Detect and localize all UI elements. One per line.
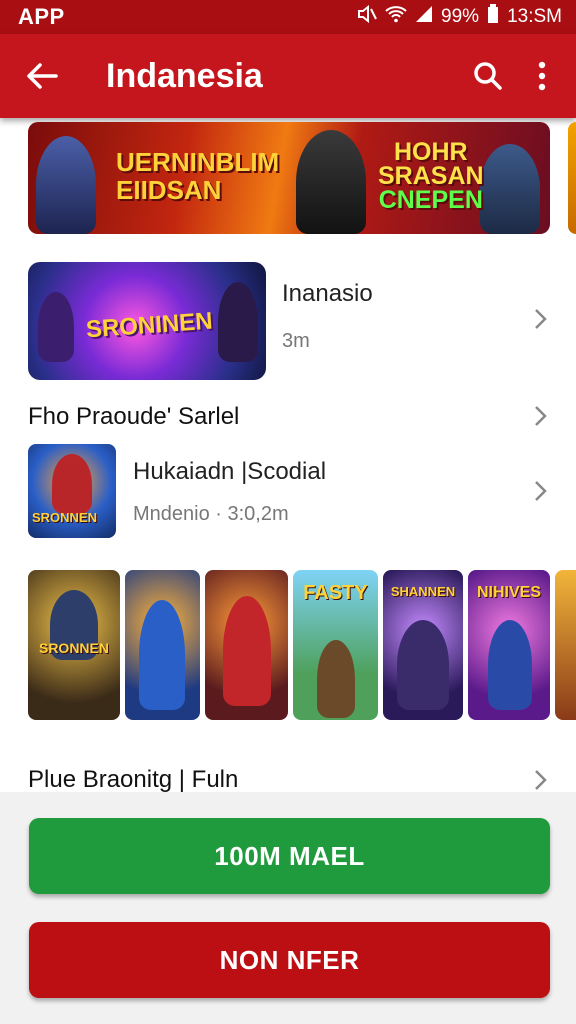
- banner-character-left: [36, 136, 96, 234]
- status-app-label: APP: [18, 4, 65, 29]
- banner-right-line2: SRASAN: [378, 162, 484, 190]
- featured-game-image[interactable]: SRONINEN: [28, 262, 266, 380]
- chevron-right-icon[interactable]: [530, 308, 552, 330]
- game-tile-strip: SRONNEN FASTY SHANNEN NIHIVES: [0, 570, 576, 720]
- section-title[interactable]: Fho Praoude' Sarlel: [28, 403, 239, 431]
- secondary-button[interactable]: NON NFER: [29, 922, 550, 998]
- featured-image-label: SRONINEN: [85, 307, 214, 344]
- status-bar: APP 99% 13:SM: [0, 0, 576, 34]
- game-title[interactable]: Hukaiadn |Scodial: [133, 458, 326, 486]
- chevron-right-icon[interactable]: [530, 405, 552, 427]
- tile-character: [397, 620, 449, 710]
- primary-button[interactable]: 100M MAEL: [29, 818, 550, 894]
- game-tile[interactable]: NIHIVES: [468, 570, 550, 720]
- game-tile[interactable]: FASTY: [293, 570, 378, 720]
- chevron-right-icon[interactable]: [530, 480, 552, 502]
- banner-title-left: UERNINBLIM EIIDSAN: [116, 147, 280, 205]
- clock: 13:SM: [507, 6, 562, 27]
- game-tile[interactable]: [205, 570, 288, 720]
- more-vertical-icon[interactable]: [522, 56, 562, 96]
- search-icon[interactable]: [468, 56, 508, 96]
- tile-character: [317, 640, 355, 718]
- back-arrow-icon[interactable]: [22, 56, 62, 96]
- battery-icon: [487, 4, 499, 30]
- promo-banner[interactable]: UERNINBLIM EIIDSAN HOHR SRASAN CNEPEN: [28, 122, 550, 234]
- app-bar: Indanesia: [0, 34, 576, 118]
- banner-character-right: [480, 144, 540, 234]
- status-icons: 99% 13:SM: [357, 4, 562, 30]
- tile-character: [139, 600, 185, 710]
- tile-label: FASTY: [303, 582, 368, 604]
- chevron-right-icon[interactable]: [530, 769, 552, 791]
- banner-right-line1: HOHR: [393, 138, 468, 166]
- next-banner-peek[interactable]: [568, 122, 576, 234]
- game-thumbnail[interactable]: SRONNEN: [28, 444, 116, 538]
- game-tile[interactable]: [125, 570, 200, 720]
- page-title: Indanesia: [106, 56, 263, 95]
- featured-title[interactable]: Inanasio: [282, 280, 373, 308]
- game-tile-peek[interactable]: [555, 570, 576, 720]
- game-tile[interactable]: SRONNEN: [28, 570, 120, 720]
- wifi-icon: [385, 5, 407, 29]
- tile-label: NIHIVES: [476, 584, 541, 601]
- mute-icon: [357, 4, 377, 29]
- tile-label: SHANNEN: [390, 584, 456, 599]
- tile-label: SRONNEN: [38, 640, 109, 656]
- tile-character: [223, 596, 271, 706]
- thumbnail-character: [52, 454, 92, 514]
- battery-percent: 99%: [441, 6, 480, 27]
- banner-title-right: HOHR SRASAN CNEPEN: [378, 138, 484, 214]
- tile-character: [488, 620, 532, 710]
- signal-icon: [415, 5, 433, 29]
- featured-character-1: [38, 292, 74, 362]
- game-subtitle: Mndenio · 3:0,2m: [133, 503, 289, 525]
- game-tile[interactable]: SHANNEN: [383, 570, 463, 720]
- thumbnail-label: SRONNEN: [32, 510, 98, 525]
- banner-character-center: [296, 130, 366, 234]
- banner-right-line3: CNEPEN: [378, 186, 483, 214]
- featured-character-2: [218, 282, 258, 362]
- section-title[interactable]: Plue Braonitg | Fuln: [28, 766, 238, 794]
- featured-subtitle: 3m: [282, 330, 310, 352]
